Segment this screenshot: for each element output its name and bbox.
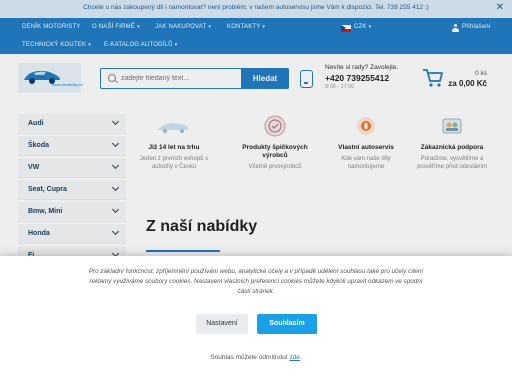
cookie-accept-button[interactable]: Souhlasím <box>257 314 317 334</box>
cookie-settings-button[interactable]: Nastavení <box>196 314 248 334</box>
cookie-revoke-end: . <box>299 354 302 361</box>
cookie-banner: Pro základní funkčnost, zpříjemnění použ… <box>0 256 512 384</box>
cookie-revoke-line: Souhlas můžete odmítnout zde. <box>0 354 512 361</box>
cookie-revoke-text: Souhlas můžete odmítnout <box>210 354 288 361</box>
cookie-text: Pro základní funkčnost, zpříjemnění použ… <box>88 268 424 295</box>
cookie-revoke-link[interactable]: zde <box>289 354 299 361</box>
